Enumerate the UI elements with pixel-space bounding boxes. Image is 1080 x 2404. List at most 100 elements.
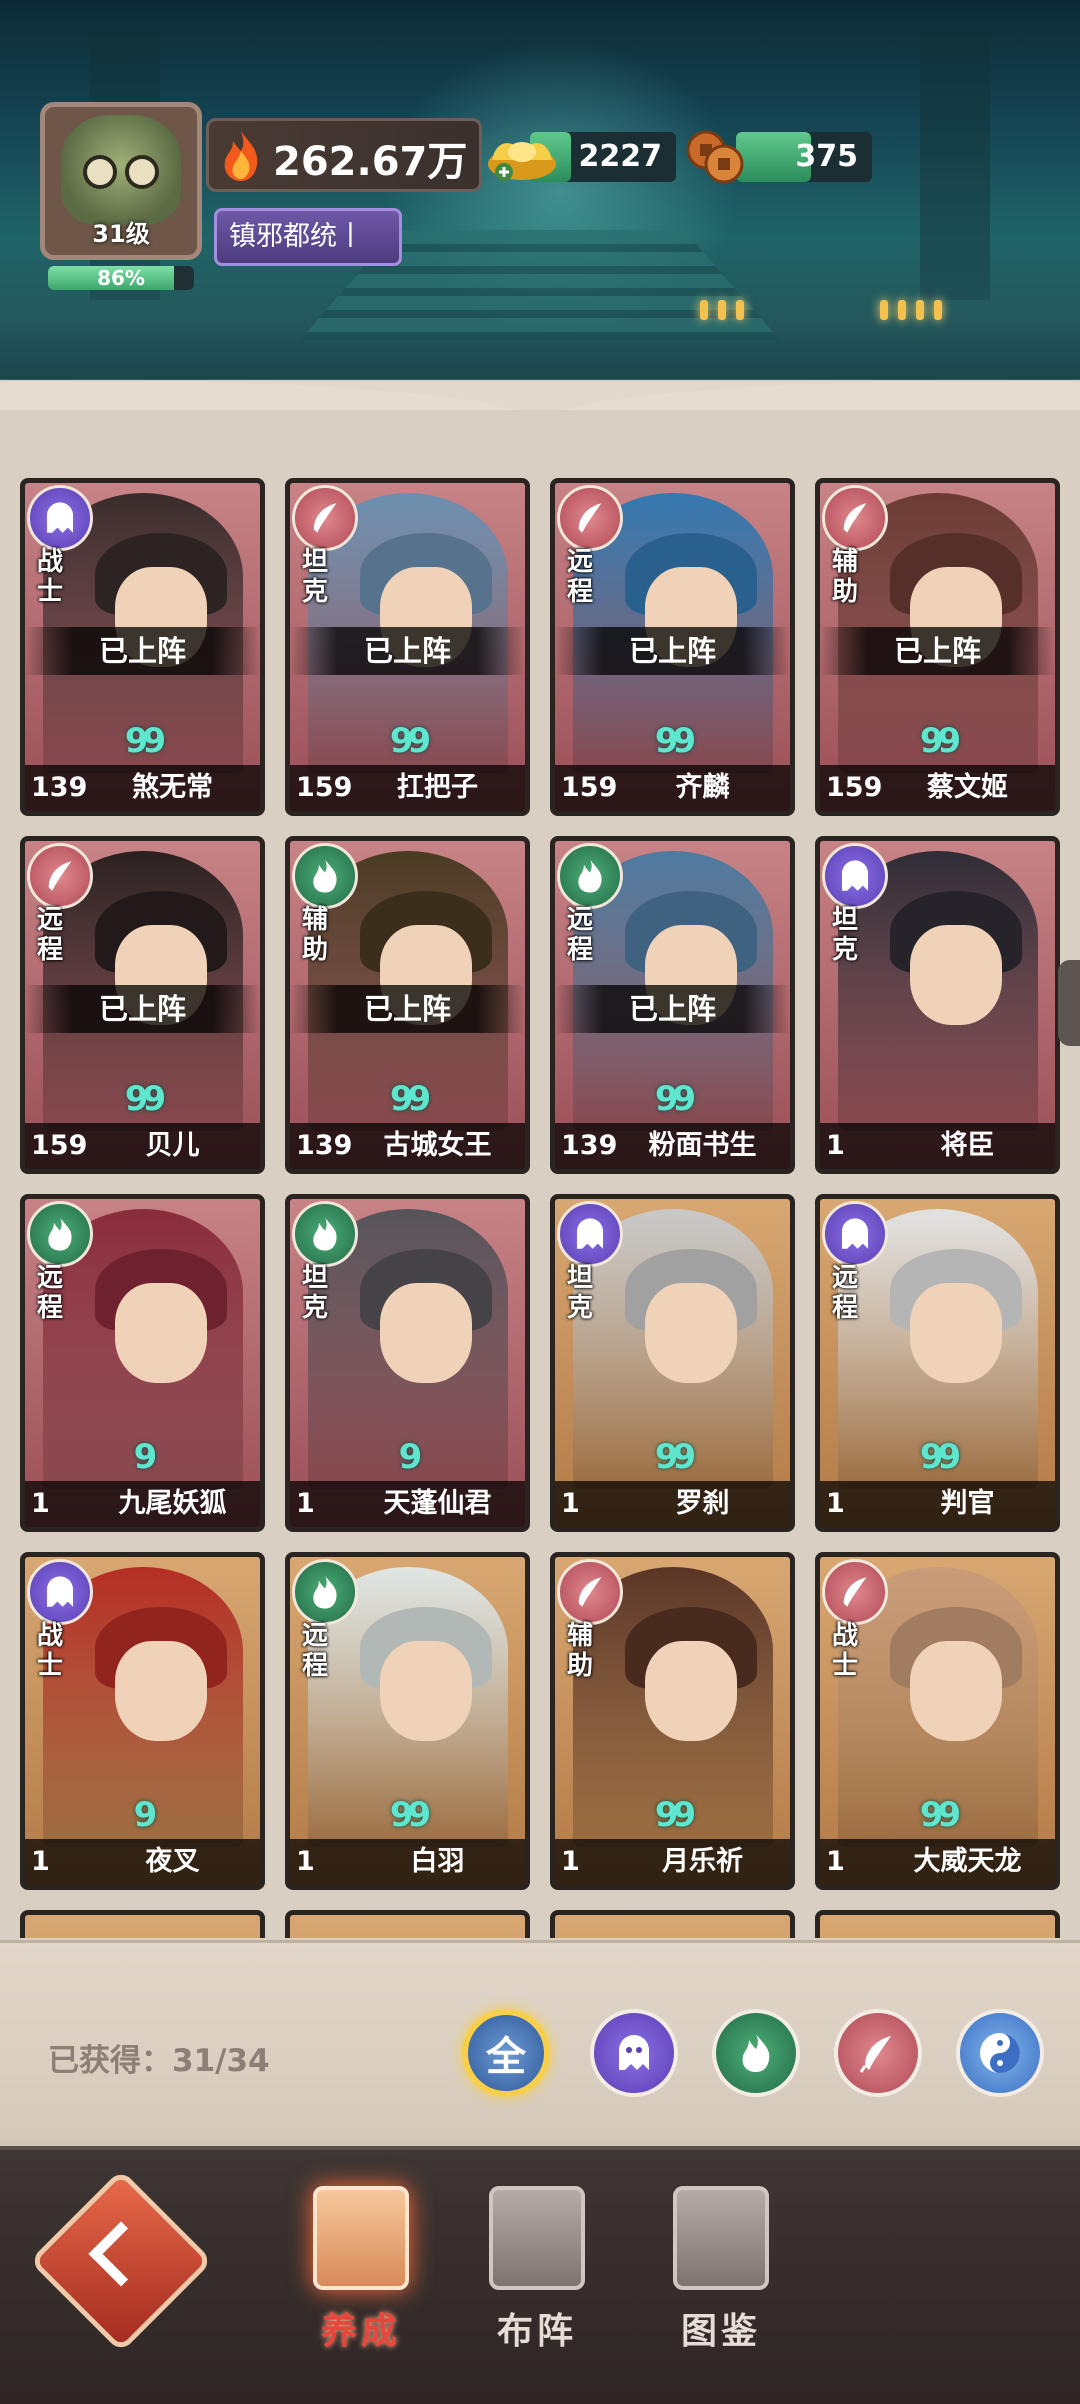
- hero-card[interactable]: 远程 已上阵 99 139 粉面书生: [550, 836, 795, 1174]
- hero-namebar: 159 贝儿: [25, 1123, 260, 1169]
- hero-card[interactable]: 坦克 9 1 天蓬仙君: [285, 1194, 530, 1532]
- element-icon: [822, 485, 888, 551]
- hero-name: 煞无常: [132, 772, 213, 803]
- nav-tab-cultivate[interactable]: 养成: [296, 2186, 426, 2376]
- hero-name: 古城女王: [383, 1130, 492, 1161]
- power-value: 262.67万: [273, 139, 468, 185]
- element-icon: [292, 485, 358, 551]
- exp-bar: 86%: [48, 266, 194, 290]
- hero-card[interactable]: 远程 99 1 判官: [815, 1194, 1060, 1532]
- hero-card[interactable]: [285, 1910, 530, 1938]
- copper-coins-icon: [686, 130, 744, 184]
- hero-name: 九尾妖狐: [118, 1488, 227, 1519]
- element-icon: [292, 1559, 358, 1625]
- hero-card[interactable]: 坦克 已上阵 99 159 扛把子: [285, 478, 530, 816]
- hero-card[interactable]: 坦克 99 1 罗刹: [550, 1194, 795, 1532]
- hero-namebar: 159 扛把子: [290, 765, 525, 811]
- hero-namebar: 1 大威天龙: [820, 1839, 1055, 1885]
- hero-namebar: 1 白羽: [290, 1839, 525, 1885]
- hero-card[interactable]: [20, 1910, 265, 1938]
- hero-level: 1: [296, 1488, 315, 1519]
- hero-card[interactable]: [815, 1910, 1060, 1938]
- hero-role: 坦克: [302, 1263, 329, 1323]
- hero-level: 1: [826, 1846, 845, 1877]
- hero-name: 天蓬仙君: [383, 1488, 492, 1519]
- filter-panel: 已获得：31/34 全: [0, 1940, 1080, 2148]
- hero-namebar: 1 罗刹: [555, 1481, 790, 1527]
- hero-card[interactable]: 坦克 1 将臣: [815, 836, 1060, 1174]
- element-icon: [27, 1201, 93, 1267]
- tier-icon: 9: [133, 1437, 158, 1477]
- hero-namebar: 1 月乐祈: [555, 1839, 790, 1885]
- filter-all-button[interactable]: 全: [462, 2009, 550, 2097]
- tier-icon: 99: [124, 1079, 166, 1119]
- hero-card[interactable]: 远程 9 1 九尾妖狐: [20, 1194, 265, 1532]
- hero-face: [115, 1283, 207, 1383]
- hero-name: 粉面书生: [648, 1130, 757, 1161]
- tier-icon: 99: [919, 1437, 961, 1477]
- hero-namebar: 139 古城女王: [290, 1123, 525, 1169]
- hero-face: [910, 1283, 1002, 1383]
- hero-role: 坦克: [567, 1263, 594, 1323]
- hero-face: [115, 1641, 207, 1741]
- hero-level: 139: [561, 1130, 618, 1161]
- hero-namebar: 1 九尾妖狐: [25, 1481, 260, 1527]
- filter-fire-element-button[interactable]: [712, 2009, 800, 2097]
- hero-role: 远程: [832, 1263, 859, 1323]
- hero-role: 战士: [37, 547, 64, 607]
- hero-card[interactable]: 辅助 已上阵 99 139 古城女王: [285, 836, 530, 1174]
- title-badge[interactable]: 镇邪都统丨: [214, 208, 402, 266]
- player-avatar[interactable]: 31级: [40, 102, 202, 260]
- gold-ingot-add-icon[interactable]: [484, 124, 560, 186]
- hero-card-grid[interactable]: 战士 已上阵 99 139 煞无常 坦克 已上阵 99 159 扛把子 远程 已上阵 99 159 齐麟 辅助…: [20, 478, 1066, 1938]
- flame-icon: [224, 131, 258, 181]
- hero-level: 1: [561, 1488, 580, 1519]
- hero-card[interactable]: 辅助 99 1 月乐祈: [550, 1552, 795, 1890]
- tier-icon: 99: [654, 1079, 696, 1119]
- tier-icon: 99: [654, 721, 696, 761]
- tier-icon: 99: [654, 1795, 696, 1835]
- back-button[interactable]: [29, 2169, 213, 2353]
- hero-namebar: 1 天蓬仙君: [290, 1481, 525, 1527]
- nav-tab-label: 养成: [320, 2311, 401, 2352]
- coin-counter[interactable]: 375: [736, 132, 872, 182]
- tier-icon: 99: [389, 1079, 431, 1119]
- hero-namebar: 1 将臣: [820, 1123, 1055, 1169]
- nav-tab-label: 布阵: [496, 2311, 577, 2352]
- element-icon: [292, 1201, 358, 1267]
- element-icon: [557, 1201, 623, 1267]
- hero-name: 贝儿: [145, 1130, 200, 1161]
- nav-tab-codex[interactable]: 图鉴: [656, 2186, 786, 2376]
- scroll-icon: [673, 2186, 769, 2290]
- filter-feather-element-button[interactable]: [834, 2009, 922, 2097]
- feather-icon: [859, 2036, 891, 2073]
- owned-count: 已获得：31/34: [48, 2043, 270, 2079]
- hero-card[interactable]: 战士 99 1 大威天龙: [815, 1552, 1060, 1890]
- hero-level: 159: [561, 772, 618, 803]
- hero-card[interactable]: 战士 已上阵 99 139 煞无常: [20, 478, 265, 816]
- cloud-divider: [0, 330, 1080, 410]
- hero-namebar: 1 判官: [820, 1481, 1055, 1527]
- exp-percent: 86%: [97, 266, 145, 290]
- deployed-label: 已上阵: [25, 627, 260, 675]
- bottom-nav: 养成 布阵 图鉴: [0, 2146, 1080, 2404]
- hero-role: 远程: [302, 1621, 329, 1681]
- hero-name: 判官: [940, 1488, 995, 1519]
- hero-role: 坦克: [832, 905, 859, 965]
- tier-icon: 9: [398, 1437, 423, 1477]
- hero-card[interactable]: 远程 99 1 白羽: [285, 1552, 530, 1890]
- hero-name: 蔡文姬: [927, 772, 1008, 803]
- hero-card[interactable]: 远程 已上阵 99 159 齐麟: [550, 478, 795, 816]
- filter-yinyang-element-button[interactable]: [956, 2009, 1044, 2097]
- hero-card[interactable]: 远程 已上阵 99 159 贝儿: [20, 836, 265, 1174]
- hero-card[interactable]: 辅助 已上阵 99 159 蔡文姬: [815, 478, 1060, 816]
- hero-card[interactable]: 战士 9 1 夜叉: [20, 1552, 265, 1890]
- element-icon: [27, 843, 93, 909]
- candles-decoration: [880, 300, 942, 320]
- nav-tab-formation[interactable]: 布阵: [472, 2186, 602, 2376]
- hero-role: 战士: [832, 1621, 859, 1681]
- side-pull-tab[interactable]: [1058, 960, 1080, 1046]
- hero-level: 139: [31, 772, 88, 803]
- filter-ghost-element-button[interactable]: [590, 2009, 678, 2097]
- hero-card[interactable]: [550, 1910, 795, 1938]
